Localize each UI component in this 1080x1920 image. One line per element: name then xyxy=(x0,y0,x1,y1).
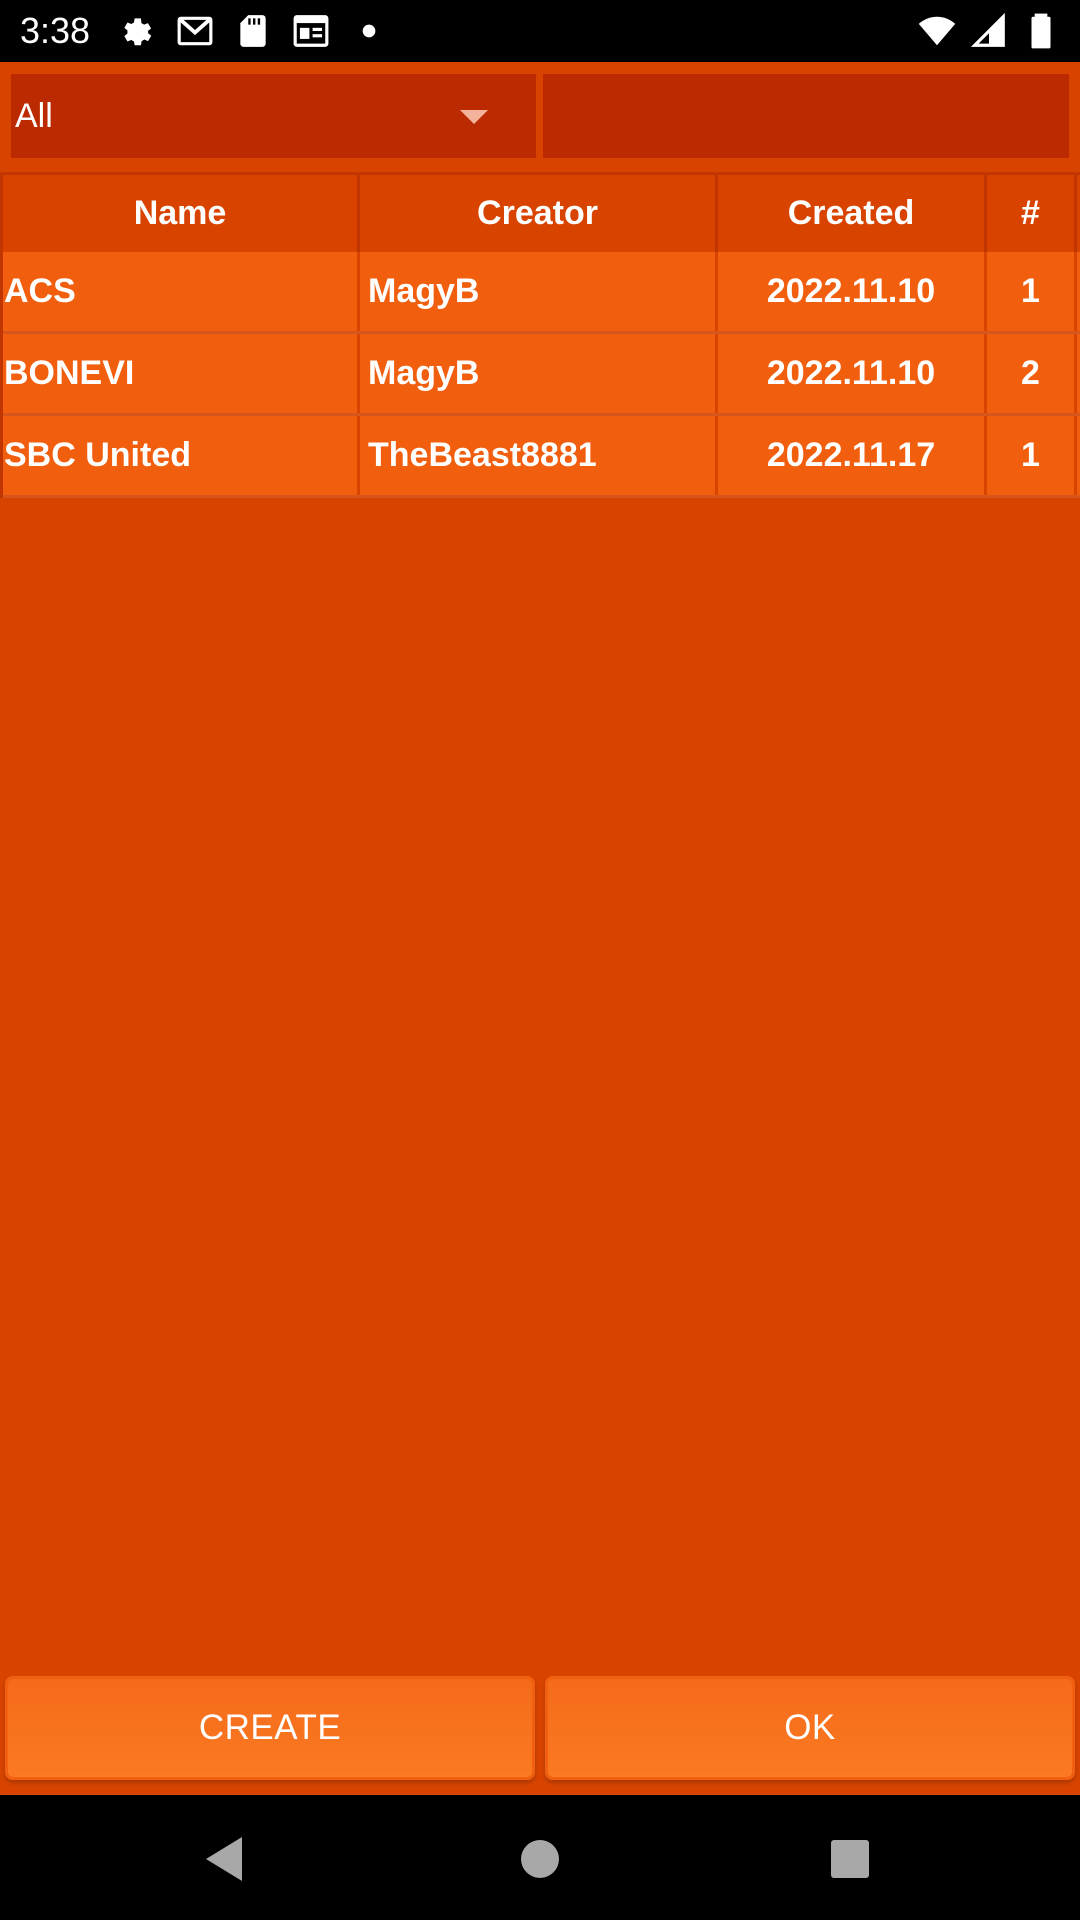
filter-dropdown[interactable]: All xyxy=(11,74,536,158)
dot-icon xyxy=(350,12,388,50)
cell-created: 2022.11.10 xyxy=(718,334,987,413)
cell-creator: TheBeast8881 xyxy=(360,416,718,495)
cell-name: SBC United xyxy=(3,416,360,495)
search-input[interactable] xyxy=(543,74,1069,158)
cell-creator: MagyB xyxy=(360,252,718,331)
gmail-icon xyxy=(176,12,214,50)
status-time: 3:38 xyxy=(20,10,91,51)
back-icon[interactable] xyxy=(202,1835,250,1883)
cell-count: 1 xyxy=(987,252,1077,331)
column-header-created[interactable]: Created xyxy=(718,175,987,252)
create-button[interactable]: CREATE xyxy=(5,1676,535,1780)
column-header-name[interactable]: Name xyxy=(3,175,360,252)
cell-name: BONEVI xyxy=(3,334,360,413)
status-bar: 3:38 xyxy=(0,0,1080,62)
settings-icon xyxy=(118,12,156,50)
navigation-bar xyxy=(0,1795,1080,1920)
wifi-icon xyxy=(918,12,956,50)
table-row[interactable]: ACS MagyB 2022.11.10 1 xyxy=(3,252,1080,334)
ok-button[interactable]: OK xyxy=(545,1676,1075,1780)
status-icons-right xyxy=(918,12,1060,50)
cell-count: 1 xyxy=(987,416,1077,495)
battery-icon xyxy=(1022,12,1060,50)
recents-icon[interactable] xyxy=(826,1835,874,1883)
status-icons-left xyxy=(118,12,388,50)
sd-card-icon xyxy=(234,12,272,50)
cell-count: 2 xyxy=(987,334,1077,413)
signal-icon xyxy=(970,12,1008,50)
dropdown-arrow-icon xyxy=(460,110,488,124)
column-header-creator[interactable]: Creator xyxy=(360,175,718,252)
home-icon[interactable] xyxy=(516,1835,564,1883)
cell-name: ACS xyxy=(3,252,360,331)
table-header-row: Name Creator Created # xyxy=(3,172,1080,252)
table-row[interactable]: SBC United TheBeast8881 2022.11.17 1 xyxy=(3,416,1080,498)
groups-table: Name Creator Created # ACS MagyB 2022.11… xyxy=(0,172,1080,498)
column-header-count[interactable]: # xyxy=(987,175,1077,252)
cell-created: 2022.11.10 xyxy=(718,252,987,331)
news-icon xyxy=(292,12,330,50)
filter-bar: All xyxy=(0,62,1080,166)
cell-creator: MagyB xyxy=(360,334,718,413)
table-row[interactable]: BONEVI MagyB 2022.11.10 2 xyxy=(3,334,1080,416)
filter-dropdown-value: All xyxy=(15,96,53,135)
cell-created: 2022.11.17 xyxy=(718,416,987,495)
